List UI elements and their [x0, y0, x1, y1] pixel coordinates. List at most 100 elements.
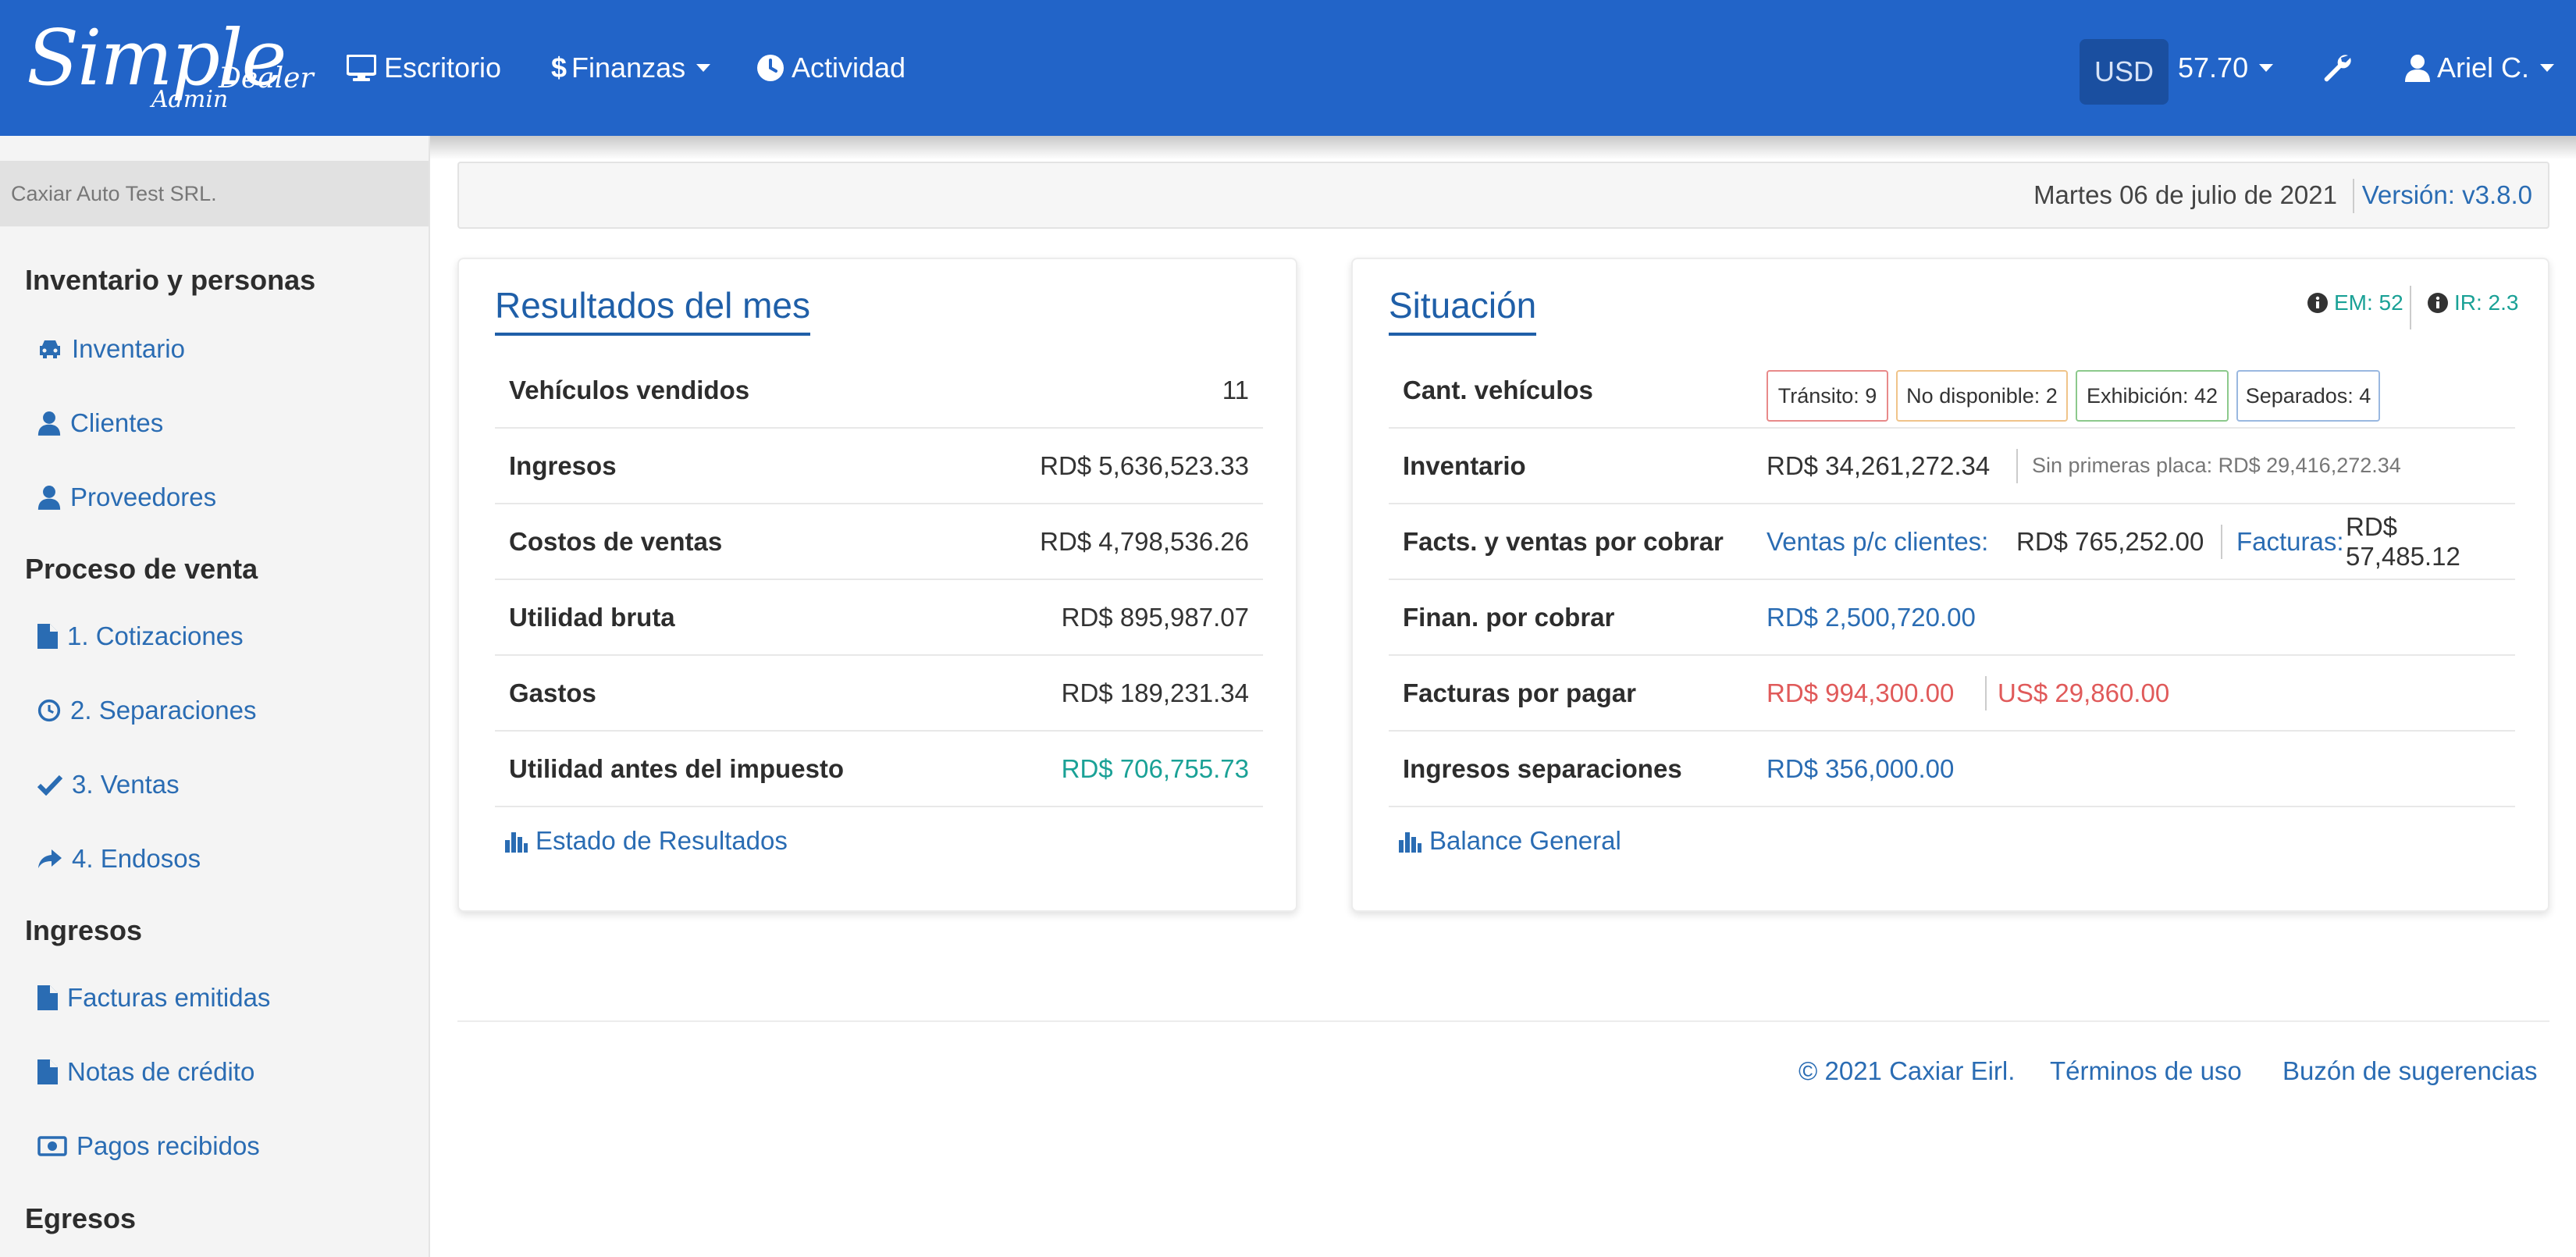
date-bar: Martes 06 de julio de 2021 Versión: v3.8… — [457, 162, 2549, 229]
fpp-rd-value[interactable]: RD$ 994,300.00 — [1767, 678, 1954, 708]
estado-resultados-link[interactable]: Estado de Resultados — [504, 826, 788, 856]
brand-dealer: Dealer — [219, 62, 314, 94]
file-icon — [37, 985, 58, 1010]
exchange-rate-value: 57.70 — [2178, 52, 2249, 84]
sidebar-item-separaciones[interactable]: 2. Separaciones — [37, 696, 257, 725]
nav-escritorio[interactable]: Escritorio — [347, 0, 501, 136]
inventario-value: RD$ 34,261,272.34 — [1767, 450, 1991, 480]
divider — [2221, 524, 2222, 559]
divider — [2353, 179, 2354, 213]
terms-link[interactable]: Términos de uso — [2050, 1056, 2242, 1086]
current-date: Martes 06 de julio de 2021 — [2033, 180, 2337, 209]
nav-finanzas-label: Finanzas — [571, 52, 686, 84]
dollar-icon: $ — [551, 52, 568, 84]
row-label: Facts. y ventas por cobrar — [1403, 526, 1724, 556]
company-name: Caxiar Auto Test SRL. — [0, 161, 429, 226]
card-title: Resultados del mes — [495, 284, 810, 336]
sidebar-item-inventario[interactable]: Inventario — [37, 334, 185, 364]
row-value: RD$ 4,798,536.26 — [1040, 526, 1249, 556]
facturas-value: RD$ 57,485.12 — [2346, 511, 2460, 571]
sidebar-section-ingresos: Ingresos — [25, 914, 143, 946]
row-value: RD$ 5,636,523.33 — [1040, 450, 1249, 480]
settings-button[interactable] — [2322, 0, 2353, 136]
info-icon — [2307, 293, 2328, 313]
row-value: RD$ 895,987.07 — [1061, 602, 1249, 632]
badge-separados[interactable]: Separados: 4 — [2236, 370, 2380, 422]
top-navbar: Simple Dealer Admin Escritorio $ Finanza… — [0, 0, 2576, 136]
ventas-pc-link[interactable]: Ventas p/c clientes: — [1767, 527, 1988, 557]
currency-badge: USD — [2080, 39, 2169, 105]
sidebar-section-inventario: Inventario y personas — [25, 264, 316, 296]
table-row: Cant. vehículos Tránsito: 9 No disponibl… — [1389, 353, 2515, 429]
user-icon — [2405, 55, 2430, 82]
money-icon — [37, 1136, 67, 1156]
card-title: Situación — [1389, 284, 1537, 336]
situacion-card: Situación EM: 52 IR: 2.3 Cant. vehículos… — [1351, 258, 2549, 912]
sidebar-item-endosos[interactable]: 4. Endosos — [37, 844, 201, 874]
row-value: 11 — [1222, 375, 1249, 404]
row-label: Ingresos — [509, 450, 617, 480]
brand-admin: Admin — [151, 86, 229, 113]
clock-icon — [37, 699, 61, 722]
sidebar-item-label: 2. Separaciones — [70, 696, 257, 725]
divider — [1985, 675, 1987, 710]
badge-transito[interactable]: Tránsito: 9 — [1767, 370, 1888, 422]
resultados-card: Resultados del mes Vehículos vendidos 11… — [457, 258, 1297, 912]
table-row: Costos de ventas RD$ 4,798,536.26 — [495, 504, 1263, 580]
check-icon — [37, 774, 62, 796]
footer-divider — [457, 1020, 2549, 1022]
chevron-down-icon — [2259, 64, 2274, 72]
sidebar-item-label: Pagos recibidos — [76, 1131, 260, 1160]
balance-general-label: Balance General — [1429, 826, 1621, 855]
version-link[interactable]: Versión: v3.8.0 — [2362, 180, 2532, 210]
car-icon — [40, 340, 60, 358]
wrench-icon — [2324, 55, 2351, 82]
chevron-down-icon — [696, 64, 711, 72]
divider — [2410, 286, 2411, 329]
user-menu[interactable]: Ariel C. — [2404, 0, 2555, 136]
ing-sep-value[interactable]: RD$ 356,000.00 — [1767, 754, 1954, 784]
sidebar-item-label: Clientes — [70, 408, 164, 437]
badge-no-disponible[interactable]: No disponible: 2 — [1896, 370, 2068, 422]
sidebar-item-label: Notas de crédito — [67, 1057, 255, 1086]
sidebar: Caxiar Auto Test SRL. Inventario y perso… — [0, 136, 430, 1257]
row-label: Utilidad antes del impuesto — [509, 753, 845, 783]
table-row: Gastos RD$ 189,231.34 — [495, 656, 1263, 732]
row-label: Vehículos vendidos — [509, 375, 750, 404]
row-label: Costos de ventas — [509, 526, 723, 556]
em-indicator[interactable]: EM: 52 — [2307, 290, 2403, 315]
brand-logo[interactable]: Simple Dealer Admin — [27, 14, 314, 117]
facturas-link[interactable]: Facturas: — [2236, 527, 2344, 557]
table-row: Vehículos vendidos 11 — [495, 353, 1263, 429]
sidebar-section-egresos: Egresos — [25, 1202, 137, 1234]
nav-finanzas[interactable]: $ Finanzas — [551, 0, 711, 136]
sidebar-item-label: Facturas emitidas — [67, 983, 271, 1012]
ir-indicator[interactable]: IR: 2.3 — [2428, 290, 2518, 315]
nav-actividad[interactable]: Actividad — [757, 0, 906, 136]
sidebar-item-ventas[interactable]: 3. Ventas — [37, 770, 180, 799]
info-icon — [2428, 293, 2448, 313]
sidebar-item-cotizaciones[interactable]: 1. Cotizaciones — [37, 621, 244, 651]
file-icon — [37, 1059, 58, 1084]
desktop-icon — [347, 55, 376, 81]
row-label: Ingresos separaciones — [1403, 753, 1682, 783]
row-label: Facturas por pagar — [1403, 678, 1636, 707]
row-label: Gastos — [509, 678, 596, 707]
sidebar-item-label: 4. Endosos — [72, 844, 201, 873]
sidebar-item-label: Proveedores — [70, 483, 217, 511]
sidebar-item-notas-credito[interactable]: Notas de crédito — [37, 1057, 254, 1087]
balance-general-link[interactable]: Balance General — [1398, 826, 1621, 856]
sidebar-item-clientes[interactable]: Clientes — [37, 408, 163, 438]
sidebar-item-facturas-emitidas[interactable]: Facturas emitidas — [37, 983, 270, 1013]
bar-chart-icon — [1399, 832, 1421, 853]
copyright-link[interactable]: © 2021 Caxiar Eirl. — [1799, 1056, 2015, 1086]
suggestions-link[interactable]: Buzón de sugerencias — [2282, 1056, 2538, 1086]
sidebar-item-pagos-recibidos[interactable]: Pagos recibidos — [37, 1131, 260, 1161]
fpp-us-value[interactable]: US$ 29,860.00 — [1998, 678, 2169, 708]
sidebar-item-proveedores[interactable]: Proveedores — [37, 483, 216, 512]
exchange-rate-dropdown[interactable]: 57.70 — [2178, 0, 2274, 136]
finan-value[interactable]: RD$ 2,500,720.00 — [1767, 603, 1976, 632]
badge-exhibicion[interactable]: Exhibición: 42 — [2076, 370, 2229, 422]
divider — [2016, 448, 2018, 483]
table-row: Facts. y ventas por cobrar Ventas p/c cl… — [1389, 504, 2515, 580]
